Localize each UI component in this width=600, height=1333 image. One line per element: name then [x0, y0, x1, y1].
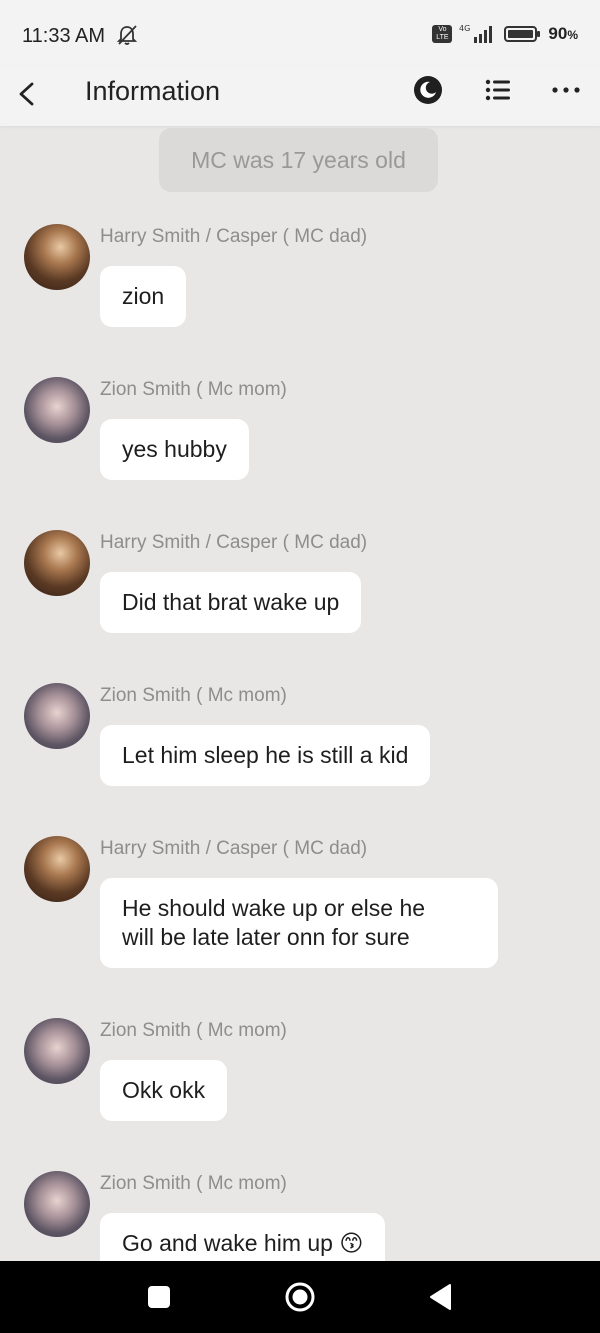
message-bubble[interactable]: Okk okk: [100, 1060, 228, 1121]
page-title: Information: [85, 76, 221, 106]
message-bubble[interactable]: Let him sleep he is still a kid: [100, 725, 431, 786]
avatar[interactable]: [24, 224, 90, 290]
sender-name: Zion Smith ( Mc mom): [100, 685, 287, 706]
home-icon[interactable]: [284, 1281, 316, 1313]
message-bubble[interactable]: yes hubby: [100, 419, 249, 480]
avatar[interactable]: [24, 1018, 90, 1084]
narration-bubble: MC was 17 years old: [159, 128, 438, 192]
sender-name: Zion Smith ( Mc mom): [100, 1173, 287, 1194]
sender-name: Harry Smith / Casper ( MC dad): [100, 532, 368, 553]
app-bar: Information: [0, 66, 600, 126]
avatar[interactable]: [24, 1171, 90, 1237]
chat-area[interactable]: MC was 17 years old Harry Smith / Casper…: [0, 126, 600, 1261]
recent-apps-icon[interactable]: [148, 1286, 170, 1308]
list-icon[interactable]: [483, 75, 513, 105]
avatar[interactable]: [24, 683, 90, 749]
back-arrow-icon[interactable]: [12, 76, 48, 112]
svg-text:4G: 4G: [459, 24, 470, 33]
message-line: will be late later onn for sure: [122, 924, 410, 950]
sender-name: Harry Smith / Casper ( MC dad): [100, 838, 368, 859]
status-bar: 11:33 AM Vo LTE 4G 90%: [0, 0, 600, 66]
sender-name: Zion Smith ( Mc mom): [100, 1020, 287, 1041]
message-bubble[interactable]: Go and wake him up 😙: [100, 1213, 386, 1261]
avatar[interactable]: [24, 530, 90, 596]
volte-icon: Vo LTE: [432, 25, 453, 43]
avatar[interactable]: [24, 836, 90, 902]
nav-back-icon[interactable]: [428, 1283, 452, 1311]
battery-icon: [504, 26, 541, 42]
message-bubble[interactable]: zion: [100, 266, 187, 327]
message-bubble[interactable]: Did that brat wake up: [100, 572, 362, 633]
night-mode-icon[interactable]: [413, 75, 443, 105]
message-bubble[interactable]: He should wake up or else he will be lat…: [100, 878, 498, 968]
message-line: He should wake up or else he: [122, 895, 426, 921]
battery-percent: 90%: [548, 24, 578, 43]
sender-name: Zion Smith ( Mc mom): [100, 379, 287, 400]
signal-icon: 4G: [459, 24, 493, 43]
more-icon[interactable]: [550, 75, 582, 105]
avatar[interactable]: [24, 377, 90, 443]
system-nav-bar: [0, 1261, 600, 1333]
sender-name: Harry Smith / Casper ( MC dad): [100, 226, 368, 247]
status-time: 11:33 AM: [22, 25, 106, 47]
bell-muted-icon: [116, 25, 138, 45]
